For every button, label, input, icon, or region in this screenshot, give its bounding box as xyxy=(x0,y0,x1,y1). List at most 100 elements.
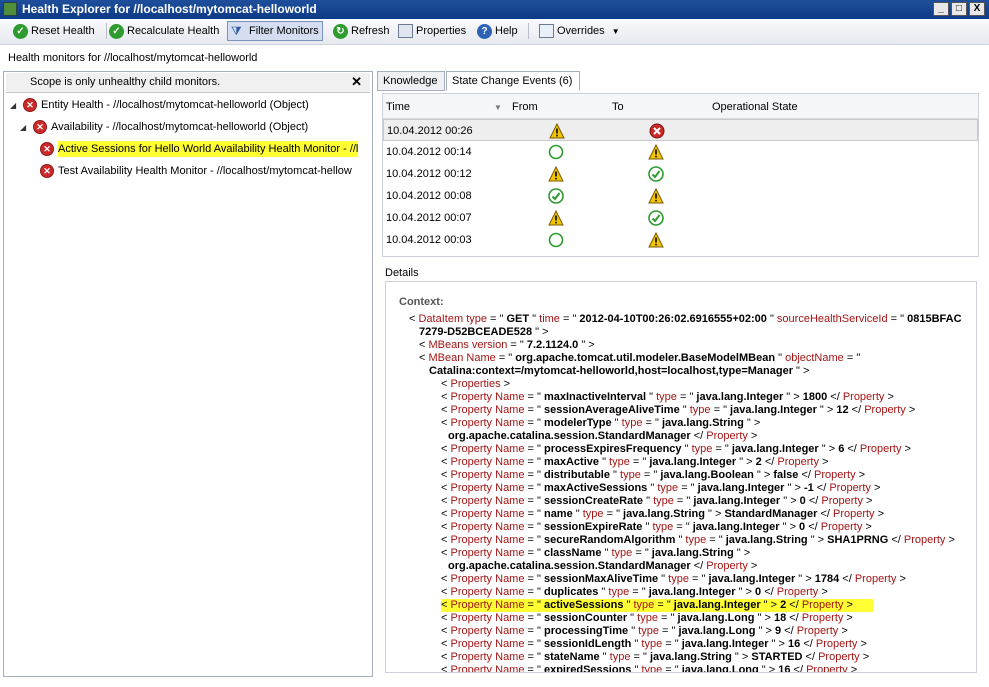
xml-line: < Property Name = " modelerType " type =… xyxy=(441,417,761,429)
healthy-state-icon xyxy=(648,166,664,182)
chevron-down-icon: ▼ xyxy=(611,26,620,36)
tree-item-label: Active Sessions for Hello World Availabi… xyxy=(58,141,359,157)
collapse-icon[interactable]: ◢ xyxy=(10,101,19,110)
xml-line: < Property Name = " name " type = " java… xyxy=(441,508,885,520)
column-to[interactable]: To xyxy=(612,101,624,113)
minimize-button[interactable]: _ xyxy=(933,2,949,16)
recalculate-health-button[interactable]: ✓ Recalculate Health xyxy=(106,21,222,41)
xml-context: < DataItem type = " GET " time = " 2012-… xyxy=(386,313,976,673)
filter-monitors-button[interactable]: ⧩ Filter Monitors xyxy=(227,21,323,41)
recalculate-health-label: Recalculate Health xyxy=(127,25,220,37)
table-row[interactable]: 10.04.2012 00:07 xyxy=(383,207,978,229)
xml-line: 7279-D52BCEADE528 " > xyxy=(419,326,549,338)
tab-knowledge[interactable]: Knowledge xyxy=(377,71,445,91)
xml-line: < Property Name = " sessionAverageAliveT… xyxy=(441,404,916,416)
close-button[interactable]: X xyxy=(969,2,985,16)
warning-state-icon xyxy=(549,123,565,139)
tree-item-entity-health[interactable]: ◢ ✕ Entity Health - //localhost/mytomcat… xyxy=(10,95,309,115)
critical-icon: ✕ xyxy=(23,98,37,112)
filter-icon: ⧩ xyxy=(231,24,242,38)
toolbar: ✓ Reset Health ✓ Recalculate Health ⧩ Fi… xyxy=(0,19,989,45)
help-button[interactable]: ? Help xyxy=(474,21,521,41)
sort-desc-icon[interactable]: ▼ xyxy=(494,103,502,112)
window-title: Health Explorer for //localhost/mytomcat… xyxy=(22,2,317,16)
xml-line: org.apache.catalina.session.StandardMana… xyxy=(448,560,758,572)
recalculate-health-icon: ✓ xyxy=(109,23,124,39)
warning-state-icon xyxy=(648,232,664,248)
reset-health-button[interactable]: ✓ Reset Health xyxy=(10,21,98,41)
healthy-state-icon xyxy=(548,188,564,204)
event-time: 10.04.2012 00:12 xyxy=(386,168,472,180)
tab-state-change-events[interactable]: State Change Events (6) xyxy=(446,71,580,91)
collapse-icon[interactable]: ◢ xyxy=(20,123,29,132)
xml-line: < Property Name = " secureRandomAlgorith… xyxy=(441,534,955,546)
context-label: Context: xyxy=(399,296,444,308)
column-operational-state[interactable]: Operational State xyxy=(712,101,798,113)
filter-monitors-label: Filter Monitors xyxy=(249,25,319,37)
overrides-label: Overrides xyxy=(557,25,605,37)
refresh-icon: ↻ xyxy=(333,23,348,39)
reset-health-icon: ✓ xyxy=(13,23,28,39)
app-icon xyxy=(3,2,17,16)
tree-item-label: Test Availability Health Monitor - //loc… xyxy=(58,165,352,177)
xml-line: Catalina:context=/mytomcat-helloworld,ho… xyxy=(429,365,810,377)
xml-line-highlighted: < Property Name = " activeSessions " typ… xyxy=(441,599,873,612)
scope-text: Scope is only unhealthy child monitors. xyxy=(30,76,221,88)
xml-line: < Property Name = " stateName " type = "… xyxy=(441,651,870,663)
table-row[interactable]: 10.04.2012 00:26 xyxy=(383,119,978,141)
tree-item-active-sessions-monitor[interactable]: ✕ Active Sessions for Hello World Availa… xyxy=(40,139,359,159)
properties-label: Properties xyxy=(416,25,467,37)
xml-line: < Property Name = " sessionMaxAliveTime … xyxy=(441,573,906,585)
column-time[interactable]: Time xyxy=(386,101,410,113)
tree-item-label: Availability - //localhost/mytomcat-hell… xyxy=(51,121,309,133)
table-row[interactable]: 10.04.2012 00:03 xyxy=(383,229,978,251)
event-time: 10.04.2012 00:08 xyxy=(386,190,472,202)
reset-health-label: Reset Health xyxy=(31,25,95,37)
empty-state-icon xyxy=(548,232,564,248)
healthy-state-icon xyxy=(648,210,664,226)
overrides-dropdown[interactable]: Overrides ▼ xyxy=(536,21,623,41)
properties-icon xyxy=(398,24,413,38)
xml-line: < MBean Name = " org.apache.tomcat.util.… xyxy=(419,352,861,364)
xml-line: < Property Name = " sessionCreateRate " … xyxy=(441,495,873,507)
refresh-label: Refresh xyxy=(351,25,390,37)
refresh-button[interactable]: ↻ Refresh xyxy=(330,21,393,41)
event-time: 10.04.2012 00:07 xyxy=(386,212,472,224)
close-scope-icon[interactable]: ✕ xyxy=(351,74,362,90)
details-label: Details xyxy=(385,267,419,279)
warning-state-icon xyxy=(548,210,564,226)
critical-icon: ✕ xyxy=(40,164,54,178)
xml-line: org.apache.catalina.session.StandardMana… xyxy=(448,430,758,442)
help-icon: ? xyxy=(477,23,492,39)
warning-state-icon xyxy=(648,144,664,160)
table-row[interactable]: 10.04.2012 00:14 xyxy=(383,141,978,163)
xml-line: < Property Name = " sessionExpireRate " … xyxy=(441,521,872,533)
details-panel[interactable]: Context: < DataItem type = " GET " time … xyxy=(385,281,977,673)
event-time: 10.04.2012 00:26 xyxy=(387,125,473,137)
critical-icon: ✕ xyxy=(40,142,54,156)
xml-line: < Property Name = " sessionCounter " typ… xyxy=(441,612,853,624)
xml-line: < Property Name = " sessionIdLength " ty… xyxy=(441,638,867,650)
table-row[interactable]: 10.04.2012 00:12 xyxy=(383,163,978,185)
xml-line: < MBeans version = " 7.2.1124.0 " > xyxy=(419,339,595,351)
overrides-icon xyxy=(539,24,554,38)
properties-button[interactable]: Properties xyxy=(395,21,469,41)
xml-line: < Property Name = " expiredSessions " ty… xyxy=(441,664,858,673)
maximize-button[interactable]: □ xyxy=(951,2,967,16)
xml-line: < Property Name = " processExpiresFreque… xyxy=(441,443,911,455)
xml-line: < Property Name = " duplicates " type = … xyxy=(441,586,828,598)
warning-state-icon xyxy=(548,166,564,182)
xml-line: < Property Name = " distributable " type… xyxy=(441,469,866,481)
xml-line: < Property Name = " className " type = "… xyxy=(441,547,751,559)
page-header: Health monitors for //localhost/mytomcat… xyxy=(8,52,258,64)
table-row[interactable]: 10.04.2012 00:08 xyxy=(383,185,978,207)
tree-item-label: Entity Health - //localhost/mytomcat-hel… xyxy=(41,99,309,111)
critical-icon: ✕ xyxy=(33,120,47,134)
empty-state-icon xyxy=(548,144,564,160)
tree-item-test-availability-monitor[interactable]: ✕ Test Availability Health Monitor - //l… xyxy=(40,161,352,181)
xml-line: < Properties > xyxy=(441,378,511,390)
warning-state-icon xyxy=(648,188,664,204)
scope-banner: Scope is only unhealthy child monitors. … xyxy=(6,73,370,93)
column-from[interactable]: From xyxy=(512,101,538,113)
tree-item-availability[interactable]: ◢ ✕ Availability - //localhost/mytomcat-… xyxy=(20,117,308,137)
